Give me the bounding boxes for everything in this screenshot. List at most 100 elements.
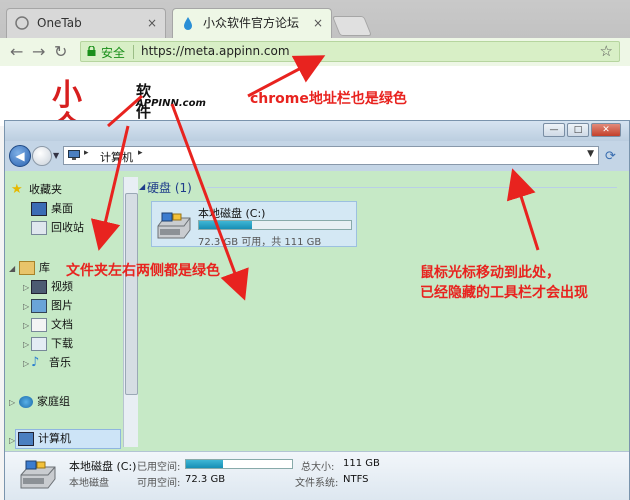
video-icon	[31, 280, 47, 294]
explorer-window: — □ ✕ ◀ ▼ ▸ 计算机 ▸ ▼ ⟳ ★ 收藏夹 桌面 回收站 ◢ 库 ▷…	[4, 120, 630, 500]
minimize-button[interactable]: —	[543, 123, 565, 137]
url-text[interactable]: https://meta.appinn.com	[141, 44, 290, 58]
scrollbar-thumb[interactable]	[125, 193, 138, 395]
browser-toolbar: ← → ↻ 安全 https://meta.appinn.com ☆	[0, 38, 630, 67]
nav-item-favorites[interactable]: ★ 收藏夹	[11, 181, 62, 199]
expand-triangle-icon[interactable]: ▷	[23, 321, 29, 330]
details-fs-label: 文件系统:	[295, 478, 339, 489]
lock-icon	[87, 46, 96, 56]
window-titlebar[interactable]: — □ ✕	[5, 121, 629, 141]
drive-usage-fill	[199, 221, 253, 229]
explorer-body: ★ 收藏夹 桌面 回收站 ◢ 库 ▷ 视频 ▷ 图片 ▷ 文档 ▷ 下载 ▷ ♪…	[5, 171, 629, 451]
nav-item-homegroup[interactable]: 家庭组	[19, 393, 70, 411]
back-button[interactable]: ◀	[9, 145, 31, 167]
navigation-scrollbar[interactable]	[123, 177, 138, 447]
nav-item-computer[interactable]: 计算机	[15, 429, 121, 449]
back-arrow-icon[interactable]: ←	[10, 43, 23, 61]
group-divider	[207, 187, 617, 188]
maximize-button[interactable]: □	[567, 123, 589, 137]
star-icon: ★	[11, 182, 23, 197]
drive-usage-bar	[198, 220, 352, 230]
nav-item-downloads[interactable]: 下载	[31, 335, 73, 353]
nav-label: 下载	[51, 337, 73, 350]
waterdrop-icon	[184, 17, 192, 30]
details-pane: 本地磁盘 (C:) 本地磁盘 已用空间: 可用空间: 72.3 GB 总大小: …	[5, 451, 629, 500]
details-usage-bar	[185, 459, 293, 469]
computer-icon	[68, 150, 80, 160]
tab-label: 小众软件官方论坛	[203, 16, 300, 30]
nav-item-videos[interactable]: 视频	[31, 278, 73, 296]
nav-item-music[interactable]: ♪ 音乐	[31, 354, 71, 372]
group-header-hard-disks[interactable]: 硬盘 (1)	[147, 179, 192, 196]
nav-label: 回收站	[51, 221, 84, 234]
expand-triangle-icon[interactable]: ▷	[23, 283, 29, 292]
details-free-value: 72.3 GB	[185, 474, 226, 485]
close-button[interactable]: ✕	[591, 123, 621, 137]
new-tab-button[interactable]	[331, 16, 373, 36]
breadcrumb-chevron-icon[interactable]: ▸	[84, 148, 89, 158]
tab-close-icon[interactable]: ×	[313, 9, 323, 37]
content-pane: ◢ 硬盘 (1) 本地磁盘 (C:) 72.3 GB 可用，共 111 GB	[139, 171, 629, 451]
breadcrumb-computer[interactable]: 计算机	[100, 149, 133, 165]
forward-arrow-icon[interactable]: →	[32, 43, 45, 61]
drive-free-space: 72.3 GB 可用，共 111 GB	[198, 237, 322, 248]
expand-triangle-icon[interactable]: ◢	[9, 264, 15, 273]
drive-c-tile[interactable]: 本地磁盘 (C:) 72.3 GB 可用，共 111 GB	[151, 201, 357, 248]
nav-label: 视频	[51, 280, 73, 293]
desktop-icon	[31, 202, 47, 216]
details-drive-name: 本地磁盘 (C:)	[69, 460, 137, 473]
nav-label: 图片	[51, 299, 73, 312]
nav-item-pictures[interactable]: 图片	[31, 297, 73, 315]
annotation-chrome-note: chrome地址栏也是绿色	[250, 91, 407, 107]
details-free-label: 可用空间:	[137, 478, 181, 489]
tab-close-icon[interactable]: ×	[147, 9, 157, 37]
expand-triangle-icon[interactable]: ▷	[23, 302, 29, 311]
annotation-folder-note: 文件夹左右两侧都是绿色	[66, 263, 220, 279]
nav-item-documents[interactable]: 文档	[31, 316, 73, 334]
logo-domain: APPINN.com	[136, 98, 206, 109]
reload-icon[interactable]: ↻	[54, 43, 67, 61]
explorer-address-bar[interactable]: ▸ 计算机 ▸ ▼	[63, 146, 599, 165]
recent-pages-chevron-down-icon[interactable]: ▼	[53, 151, 59, 160]
tab-onetab[interactable]: OneTab ×	[6, 8, 166, 38]
nav-label: 家庭组	[37, 395, 70, 408]
annotation-hover-note-2: 已经隐藏的工具栏才会出现	[420, 285, 588, 301]
computer-icon	[18, 432, 34, 446]
details-fs-value: NTFS	[343, 474, 369, 485]
collapse-triangle-icon[interactable]: ◢	[139, 182, 145, 191]
navigation-pane: ★ 收藏夹 桌面 回收站 ◢ 库 ▷ 视频 ▷ 图片 ▷ 文档 ▷ 下载 ▷ ♪…	[5, 171, 123, 451]
browser-frame: OneTab × 小众软件官方论坛 × ← → ↻ 安全 https://met…	[0, 0, 630, 67]
nav-item-libraries[interactable]: 库	[19, 259, 50, 277]
nav-label: 桌面	[51, 202, 73, 215]
nav-item-recycle-bin[interactable]: 回收站	[31, 219, 84, 237]
homegroup-icon	[19, 396, 33, 408]
expand-triangle-icon[interactable]: ▷	[23, 359, 29, 368]
details-total-value: 111 GB	[343, 458, 380, 469]
annotation-hover-note-1: 鼠标光标移动到此处，	[420, 265, 560, 281]
nav-label: 库	[39, 261, 50, 274]
expand-triangle-icon[interactable]: ▷	[9, 398, 15, 407]
download-icon	[31, 337, 47, 351]
address-dropdown-icon[interactable]: ▼	[587, 149, 594, 159]
library-icon	[19, 261, 35, 275]
nav-label: 文档	[51, 318, 73, 331]
expand-triangle-icon[interactable]: ▷	[23, 340, 29, 349]
address-bar[interactable]: 安全 https://meta.appinn.com ☆	[80, 41, 620, 62]
forward-button[interactable]	[32, 146, 52, 166]
nav-label: 计算机	[38, 432, 71, 445]
tab-appinn-forum[interactable]: 小众软件官方论坛 ×	[172, 8, 332, 38]
details-usage-fill	[186, 460, 224, 468]
nav-item-desktop[interactable]: 桌面	[31, 200, 73, 218]
music-note-icon: ♪	[31, 355, 40, 370]
breadcrumb-chevron-icon[interactable]: ▸	[138, 148, 143, 158]
document-icon	[31, 318, 47, 332]
refresh-icon[interactable]: ⟳	[605, 149, 616, 164]
details-drive-type: 本地磁盘	[69, 478, 109, 489]
hard-drive-icon	[20, 460, 56, 489]
bookmark-star-icon[interactable]: ☆	[600, 42, 613, 60]
recycle-bin-icon	[31, 221, 47, 235]
nav-label: 音乐	[49, 356, 71, 369]
secure-label: 安全	[101, 46, 126, 60]
nav-label: 收藏夹	[29, 183, 62, 196]
omnibox-divider	[133, 45, 134, 59]
